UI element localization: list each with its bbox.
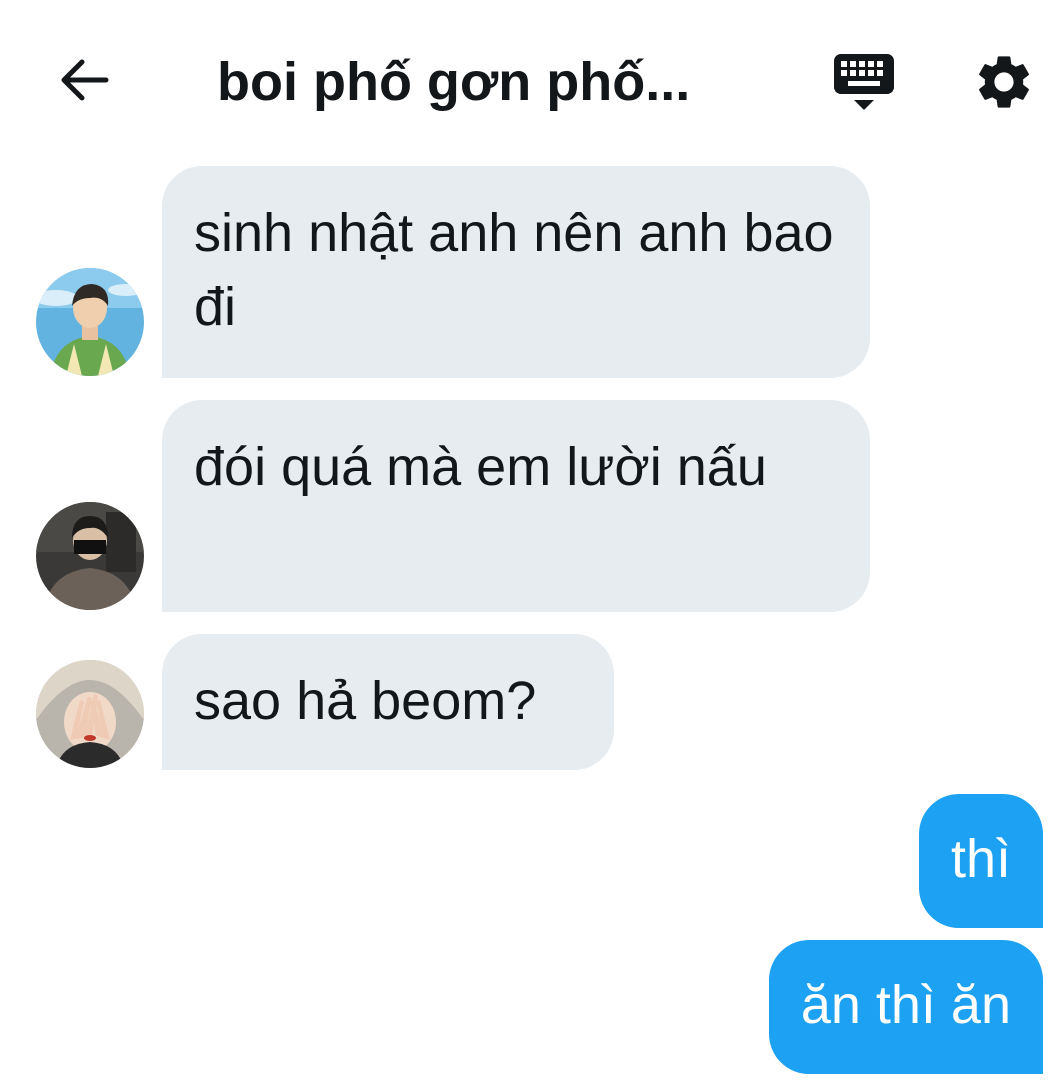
message-row: sinh nhật anh nên anh bao đi xyxy=(0,166,1059,378)
keyboard-button[interactable] xyxy=(828,48,900,118)
message-bubble-outgoing[interactable]: ăn thì ăn xyxy=(768,940,1043,1074)
message-text: sinh nhật anh nên anh bao đi xyxy=(194,203,834,337)
avatar[interactable] xyxy=(36,502,144,610)
message-bubble-outgoing[interactable]: thì xyxy=(918,794,1043,928)
conversation-title[interactable]: boi phố gơn phố... xyxy=(217,46,777,118)
back-button[interactable] xyxy=(52,48,116,112)
avatar[interactable] xyxy=(36,268,144,376)
avatar-blonde-hands-image xyxy=(36,660,144,768)
avatar-masked-dark-image xyxy=(36,502,144,610)
settings-button[interactable] xyxy=(972,50,1042,114)
message-text: đói quá mà em lười nấu xyxy=(194,437,767,497)
message-row: sao hả beom? xyxy=(0,634,1059,770)
conversation-header: boi phố gơn phố... xyxy=(0,0,1059,150)
message-row: đói quá mà em lười nấu xyxy=(0,400,1059,612)
avatar-green-shirt-image xyxy=(36,268,144,376)
avatar[interactable] xyxy=(36,660,144,768)
message-text: ăn thì ăn xyxy=(800,975,1011,1035)
arrow-left-icon xyxy=(61,59,109,101)
gear-icon xyxy=(979,56,1029,108)
message-bubble-incoming[interactable]: đói quá mà em lười nấu xyxy=(162,400,870,612)
keyboard-icon xyxy=(834,54,894,110)
message-bubble-incoming[interactable]: sao hả beom? xyxy=(162,634,614,770)
message-bubble-incoming[interactable]: sinh nhật anh nên anh bao đi xyxy=(162,166,870,378)
message-text: sao hả beom? xyxy=(194,671,537,731)
message-text: thì xyxy=(950,829,1011,889)
